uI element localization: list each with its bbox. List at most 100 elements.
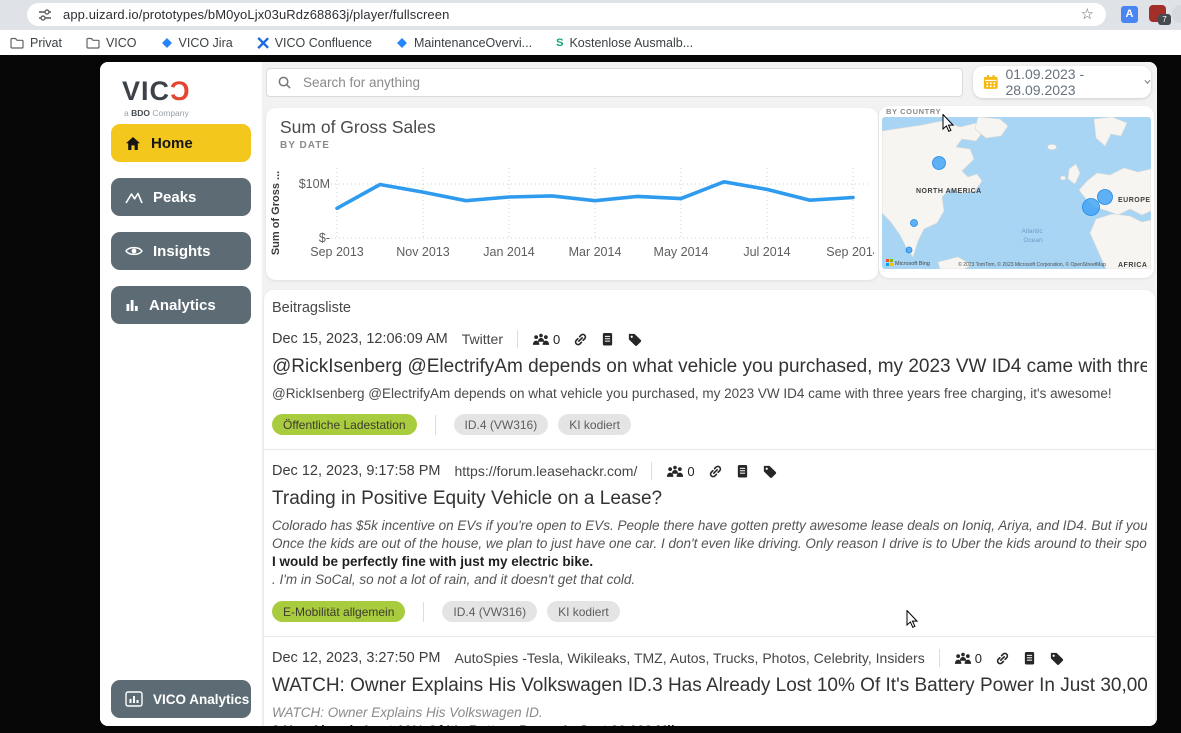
map-bubble-Mexico [906, 247, 912, 253]
eye-icon [125, 245, 143, 257]
map-bubble-Canada [933, 157, 946, 170]
search-bar[interactable] [266, 68, 963, 97]
post-divider [264, 449, 1155, 450]
sidebar-item-home[interactable]: Home [111, 124, 251, 162]
post-source[interactable]: AutoSpies -Tesla, Wikileaks, TMZ, Autos,… [454, 650, 924, 666]
divider [423, 602, 424, 622]
post-divider [264, 636, 1155, 637]
link-icon[interactable] [708, 464, 723, 479]
svg-text:Jan 2014: Jan 2014 [483, 245, 534, 259]
sidebar-item-analytics[interactable]: Analytics [111, 286, 251, 324]
line-chart[interactable]: $10M$-Sep 2013Nov 2013Jan 2014Mar 2014Ma… [268, 156, 874, 272]
map-bubble-Germany [1098, 190, 1113, 205]
url-text[interactable]: app.uizard.io/prototypes/bM0yoLjx03uRdz6… [63, 7, 449, 22]
map-bubble-France [1083, 199, 1100, 216]
post-item: Dec 12, 2023, 3:27:50 PM AutoSpies -Tesl… [272, 649, 1147, 726]
confluence-icon [257, 37, 269, 49]
tag-pill[interactable]: Öffentliche Ladestation [272, 414, 417, 435]
tag-pill[interactable]: ID.4 (VW316) [454, 414, 549, 435]
ocean-label-1: Atlantic [1021, 228, 1043, 235]
bing-map[interactable]: NORTH AMERICA EUROPE AFRICA Atlantic Oce… [882, 117, 1151, 269]
post-item: Dec 15, 2023, 12:06:09 AM Twitter 0 [272, 330, 1147, 435]
list-title: Beitragsliste [272, 300, 1147, 316]
profile-avatar[interactable] [1172, 5, 1181, 23]
svg-text:Mar 2014: Mar 2014 [569, 245, 622, 259]
tag-icon[interactable] [762, 464, 777, 479]
bookmark-vico-jira[interactable]: VICO Jira [161, 36, 233, 50]
link-icon[interactable] [573, 332, 588, 347]
ocean-label-2: Ocean [1023, 237, 1043, 244]
country-map-card: BY COUNTRY NORTH AMERICA EUROPE AFRICA A… [879, 106, 1154, 278]
bookmark-vico[interactable]: VICO [86, 36, 137, 50]
book-icon[interactable] [736, 464, 749, 479]
tag-pill[interactable]: E-Mobilität allgemein [272, 601, 405, 622]
post-source[interactable]: Twitter [462, 331, 503, 347]
map-attribution: © 2023 TomTom, © 2023 Microsoft Corporat… [958, 261, 1106, 268]
tag-icon[interactable] [627, 332, 642, 347]
chart-subtitle: BY DATE [280, 140, 330, 151]
post-item: Dec 12, 2023, 9:17:58 PM https://forum.l… [272, 462, 1147, 622]
calendar-icon [983, 73, 999, 91]
divider [517, 330, 518, 348]
s-site-icon: S [556, 37, 563, 49]
svg-text:$10M: $10M [299, 177, 330, 191]
post-date: Dec 12, 2023, 9:17:58 PM [272, 463, 440, 479]
date-range-picker[interactable]: 01.09.2023 - 28.09.2023 [973, 66, 1151, 98]
bookmark-maintenance[interactable]: MaintenanceOvervi... [396, 36, 532, 50]
divider [939, 649, 940, 667]
engagement-count: 0 [532, 332, 560, 347]
tag-icon[interactable] [1049, 651, 1064, 666]
bookmarks-bar: Privat VICO VICO Jira VICO Confluence Ma… [0, 30, 1181, 55]
book-icon[interactable] [601, 332, 614, 347]
sidebar-item-vico-analytics[interactable]: VICO Analytics [111, 680, 251, 718]
home-icon [125, 136, 141, 151]
app-window: VICƆ a BDO Company Home Peaks Insights A… [100, 62, 1157, 726]
bing-logo: Microsoft Bing [886, 259, 930, 267]
address-bar[interactable]: app.uizard.io/prototypes/bM0yoLjx03uRdz6… [27, 3, 1106, 26]
people-icon [532, 333, 550, 346]
post-body-line: Once the kids are out of the house, we p… [272, 535, 1147, 553]
bar-chart-icon [125, 298, 139, 312]
map-label-north-america: NORTH AMERICA [916, 188, 982, 195]
link-icon[interactable] [995, 651, 1010, 666]
extension-badge: 7 [1158, 14, 1171, 25]
post-title[interactable]: WATCH: Owner Explains His Volkswagen ID.… [272, 675, 1147, 697]
site-settings-icon[interactable] [37, 7, 53, 23]
svg-text:Jul 2014: Jul 2014 [743, 245, 790, 259]
divider [651, 462, 652, 480]
peaks-icon [125, 190, 143, 204]
search-input[interactable] [301, 74, 962, 91]
post-list-panel: Beitragsliste Dec 15, 2023, 12:06:09 AM … [264, 290, 1155, 726]
map-label-europe: EUROPE [1118, 197, 1151, 204]
post-title[interactable]: Trading in Positive Equity Vehicle on a … [272, 488, 1147, 510]
tag-pill[interactable]: ID.4 (VW316) [442, 601, 537, 622]
sidebar-item-insights[interactable]: Insights [111, 232, 251, 270]
engagement-count: 0 [666, 464, 694, 479]
engagement-count: 0 [954, 651, 982, 666]
tag-pill[interactable]: KI kodiert [547, 601, 620, 622]
search-icon [277, 75, 292, 90]
bookmark-star-icon[interactable]: ☆ [1081, 5, 1094, 23]
sidebar: VICƆ a BDO Company Home Peaks Insights A… [100, 62, 262, 726]
book-icon[interactable] [1023, 651, 1036, 666]
bookmark-privat[interactable]: Privat [10, 36, 62, 50]
translate-extension-icon[interactable]: A [1121, 6, 1138, 23]
main-content: 01.09.2023 - 28.09.2023 Sum of Gross Sal… [262, 62, 1157, 726]
svg-text:Microsoft Bing: Microsoft Bing [895, 261, 930, 267]
bookmark-kostenlose[interactable]: S Kostenlose Ausmalb... [556, 36, 693, 50]
post-title[interactable]: @RickIsenberg @ElectrifyAm depends on wh… [272, 356, 1147, 378]
chart-title: Sum of Gross Sales [280, 117, 436, 138]
map-bubble-United States [911, 220, 918, 227]
page-background: VICƆ a BDO Company Home Peaks Insights A… [0, 55, 1181, 733]
post-body-line: . I'm in SoCal, so not a lot of rain, an… [272, 571, 1147, 589]
map-label-africa: AFRICA [1118, 262, 1147, 269]
browser-toolbar: app.uizard.io/prototypes/bM0yoLjx03uRdz6… [0, 0, 1181, 30]
bookmark-vico-confluence[interactable]: VICO Confluence [257, 36, 372, 50]
svg-text:$-: $- [319, 231, 330, 245]
svg-text:May 2014: May 2014 [654, 245, 709, 259]
sidebar-item-peaks[interactable]: Peaks [111, 178, 251, 216]
post-source[interactable]: https://forum.leasehackr.com/ [454, 463, 637, 479]
tag-pill[interactable]: KI kodiert [558, 414, 631, 435]
post-body: @RickIsenberg @ElectrifyAm depends on wh… [272, 385, 1147, 402]
people-icon [954, 652, 972, 665]
